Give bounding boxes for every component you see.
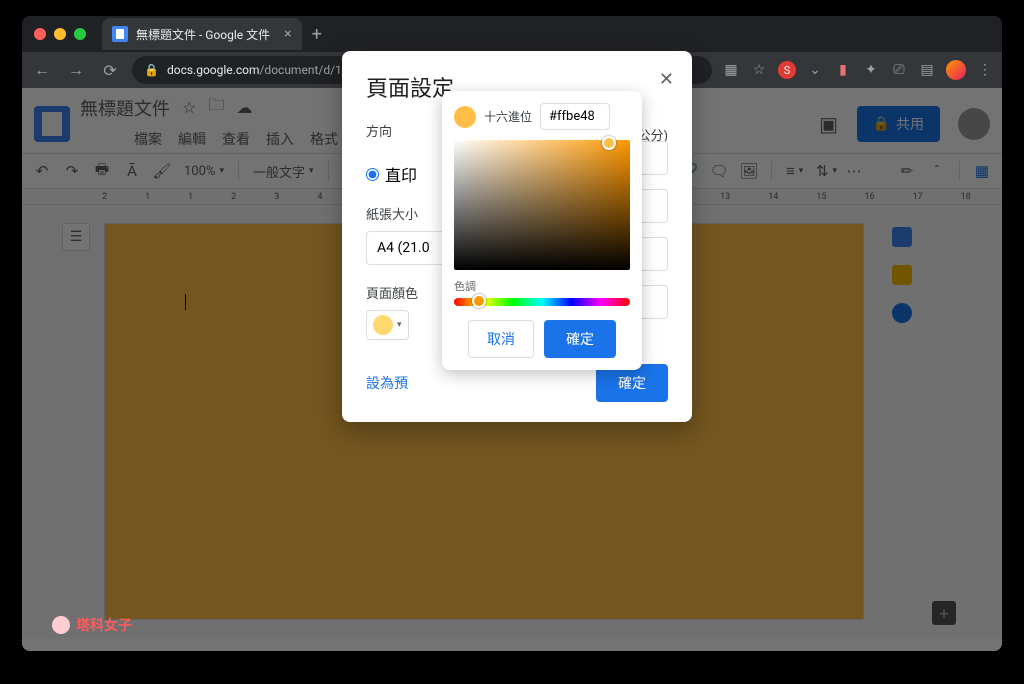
saturation-value-area[interactable] <box>454 140 630 270</box>
add-sidepanel-icon[interactable]: + <box>932 601 956 625</box>
reader-icon[interactable]: ▤ <box>918 61 936 79</box>
hex-label: 十六進位 <box>484 108 532 125</box>
browser-menu-icon[interactable]: ⋮ <box>976 61 994 79</box>
browser-window: 無標題文件 - Google 文件 × + ← → ⟳ 🔒 docs.googl… <box>22 16 1002 651</box>
reload-icon[interactable]: ⟳ <box>98 61 122 80</box>
hue-slider[interactable] <box>454 298 630 306</box>
browser-tab[interactable]: 無標題文件 - Google 文件 × <box>102 18 302 50</box>
extension-s-icon[interactable]: S <box>778 61 796 79</box>
orientation-label: 方向 <box>366 121 392 140</box>
move-doc-icon[interactable]: 🗀 <box>208 94 224 121</box>
page-color-select[interactable] <box>366 310 409 340</box>
text-cursor <box>185 294 186 310</box>
comments-icon[interactable]: ▣ <box>811 106 847 142</box>
sidebar-toggle-icon[interactable]: ▦ <box>970 162 994 180</box>
document-title[interactable]: 無標題文件 <box>80 95 170 121</box>
new-tab-button[interactable]: + <box>312 24 322 45</box>
cast-icon[interactable]: ⎚ <box>890 61 908 79</box>
pocket-icon[interactable]: ⌄ <box>806 61 824 79</box>
star-doc-icon[interactable]: ☆ <box>182 98 196 117</box>
align-icon[interactable]: ≡ <box>782 162 806 180</box>
color-swatch-icon <box>373 315 393 335</box>
lock-share-icon: 🔒 <box>873 116 890 132</box>
redo-icon[interactable]: ↷ <box>60 162 84 180</box>
menu-insert[interactable]: 插入 <box>260 125 300 153</box>
minimize-window-icon[interactable] <box>54 28 66 40</box>
menu-file[interactable]: 檔案 <box>128 125 168 153</box>
back-icon[interactable]: ← <box>30 60 54 80</box>
outline-toggle-icon[interactable]: ☰ <box>62 223 90 251</box>
extensions-icon[interactable]: ✦ <box>862 61 880 79</box>
qr-icon[interactable]: ▦ <box>722 61 740 79</box>
docs-logo-icon[interactable] <box>34 106 70 142</box>
spellcheck-icon[interactable]: Ā <box>120 162 144 180</box>
menu-edit[interactable]: 編輯 <box>172 125 212 153</box>
tasks-icon[interactable] <box>892 303 912 323</box>
undo-icon[interactable]: ↶ <box>30 162 54 180</box>
watermark: 塔科女子 <box>52 615 132 635</box>
keep-icon[interactable] <box>892 265 912 285</box>
cloud-status-icon[interactable]: ☁ <box>236 98 252 117</box>
dialog-close-icon[interactable]: ✕ <box>659 69 674 90</box>
paint-format-icon[interactable]: 🖌 <box>150 162 174 180</box>
zoom-select[interactable]: 100% <box>180 164 228 179</box>
editing-mode-icon[interactable]: ✏ <box>895 162 919 180</box>
side-panel <box>878 223 926 620</box>
forward-icon[interactable]: → <box>64 60 88 80</box>
profile-avatar[interactable] <box>946 60 966 80</box>
docs-favicon-icon <box>112 26 128 42</box>
hex-input[interactable] <box>540 103 610 130</box>
window-controls <box>22 28 98 40</box>
menu-format[interactable]: 格式 <box>304 125 344 153</box>
style-select[interactable]: 一般文字 <box>249 162 318 181</box>
sv-thumb-handle[interactable] <box>602 136 616 150</box>
hue-thumb-handle[interactable] <box>472 294 486 308</box>
tab-close-icon[interactable]: × <box>284 26 291 42</box>
picker-cancel-button[interactable]: 取消 <box>468 320 534 358</box>
collapse-icon[interactable]: ˆ <box>925 162 949 180</box>
share-button[interactable]: 🔒 共用 <box>857 106 940 142</box>
account-avatar[interactable] <box>958 108 990 140</box>
titlebar: 無標題文件 - Google 文件 × + <box>22 16 1002 52</box>
close-window-icon[interactable] <box>34 28 46 40</box>
hue-label: 色調 <box>454 278 630 294</box>
image-icon[interactable]: 🖼 <box>737 162 761 180</box>
print-icon[interactable]: 🖶 <box>90 159 114 184</box>
star-icon[interactable]: ☆ <box>750 61 768 79</box>
set-default-button[interactable]: 設為預 <box>366 373 408 393</box>
picker-confirm-button[interactable]: 確定 <box>544 320 616 358</box>
comment-icon[interactable]: 🗨 <box>707 162 731 180</box>
maximize-window-icon[interactable] <box>74 28 86 40</box>
bookmark-ext-icon[interactable]: ▮ <box>834 61 852 79</box>
color-picker-popover: 十六進位 色調 取消 確定 <box>442 91 642 370</box>
picker-current-swatch-icon <box>454 106 476 128</box>
line-spacing-icon[interactable]: ⇅ <box>812 162 836 180</box>
menu-view[interactable]: 查看 <box>216 125 256 153</box>
more-tools-icon[interactable]: ⋯ <box>842 162 866 180</box>
tab-title: 無標題文件 - Google 文件 <box>136 26 270 43</box>
lock-icon: 🔒 <box>144 63 159 77</box>
calendar-icon[interactable] <box>892 227 912 247</box>
watermark-icon <box>52 616 70 634</box>
